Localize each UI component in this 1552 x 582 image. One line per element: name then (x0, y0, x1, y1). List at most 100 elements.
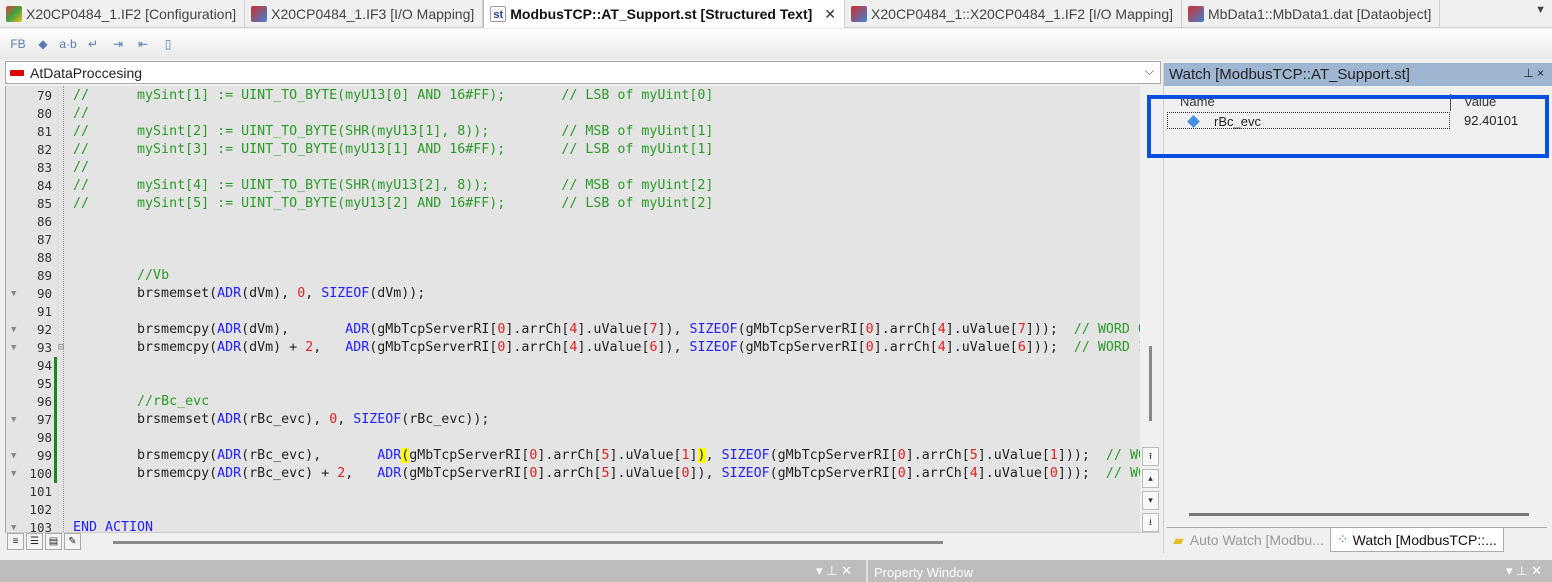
code-line[interactable]: ▼ 99 brsmemcpy(ADR(rBc_evc), ADR(gMbTcpSe… (6, 447, 1140, 465)
outdent-icon[interactable]: ⇤ (133, 34, 153, 54)
code-line[interactable]: 80 // (6, 105, 1140, 123)
scroll-up-button[interactable]: ▴ (1142, 469, 1159, 488)
dock-controls[interactable]: ▾ ⊥ ✕ (816, 563, 852, 579)
fold-marker-icon[interactable]: ▼ (11, 447, 21, 465)
line-number: 98 (36, 430, 52, 445)
code-line[interactable]: 95 (6, 375, 1140, 393)
code-line[interactable]: 82 // mySint[3] := UINT_TO_BYTE(myU13[1] … (6, 141, 1140, 159)
change-marker (54, 375, 57, 393)
code-line[interactable]: 87 (6, 231, 1140, 249)
line-number: 88 (36, 250, 52, 265)
code-line[interactable]: 81 // mySint[2] := UINT_TO_BYTE(SHR(myU13… (6, 123, 1140, 141)
code-line[interactable]: ▼ 100 brsmemcpy(ADR(rBc_evc) + 2, ADR(gMb… (6, 465, 1140, 483)
tab-list-chevron-icon[interactable]: ▼ (1535, 4, 1546, 16)
view-edit-icon[interactable]: ✎ (64, 533, 81, 550)
code-line[interactable]: 85 // mySint[5] := UINT_TO_BYTE(myU13[2] … (6, 195, 1140, 213)
fold-marker-icon[interactable]: ▼ (11, 339, 21, 357)
code-line[interactable]: ▼ 97 brsmemset(ADR(rBc_evc), 0, SIZEOF(rB… (6, 411, 1140, 429)
code-line[interactable]: 88 (6, 249, 1140, 267)
code-text: //rBc_evc (137, 394, 210, 409)
code-text: // mySint[5] := UINT_TO_BYTE(myU13[2] AN… (73, 196, 714, 211)
highlight-annotation-box (1147, 95, 1549, 158)
code-text: brsmemset(ADR(rBc_evc), 0, SIZEOF(rBc_ev… (73, 412, 490, 427)
change-marker (54, 429, 57, 447)
fold-marker-icon[interactable]: ▼ (11, 285, 21, 303)
wrap-icon[interactable]: ↵ (83, 34, 103, 54)
tab-label: X20CP0484_1.IF3 [I/O Mapping] (271, 6, 475, 22)
code-line[interactable]: ▼ 90 brsmemset(ADR(dVm), 0, SIZEOF(dVm)); (6, 285, 1140, 303)
collapse-box-icon[interactable]: ⊟ (58, 339, 64, 357)
document-tab[interactable]: X20CP0484_1.IF2 [Configuration] (0, 0, 246, 28)
document-tab[interactable]: st ModbusTCP::AT_Support.st [Structured T… (483, 0, 846, 28)
code-line[interactable]: 83 // (6, 159, 1140, 177)
chevron-down-icon[interactable]: ⌵ (1145, 64, 1154, 79)
code-text: brsmemcpy(ADR(dVm) + 2, ADR(gMbTcpServer… (73, 340, 1140, 355)
rename-icon[interactable]: a·b (58, 34, 78, 54)
fold-marker-icon[interactable]: ▼ (11, 321, 21, 339)
code-line[interactable]: 91 (6, 303, 1140, 321)
tab-label: X20CP0484_1.IF2 [Configuration] (26, 6, 237, 22)
change-marker (54, 393, 57, 411)
code-line[interactable]: 102 (6, 501, 1140, 519)
code-text: brsmemcpy(ADR(rBc_evc) + 2, ADR(gMbTcpSe… (73, 466, 1140, 481)
scrollbar-thumb[interactable] (1149, 346, 1152, 421)
code-line[interactable]: ▼ 93 ⊟ brsmemcpy(ADR(dVm) + 2, ADR(gMbTcpS… (6, 339, 1140, 357)
view-page-icon[interactable]: ▤ (45, 533, 62, 550)
watch-horizontal-scrollbar[interactable] (1189, 513, 1529, 516)
line-number: 103 (29, 520, 52, 532)
pin-icon[interactable]: ⊥ (1523, 66, 1533, 80)
action-selector-dropdown[interactable]: AtDataProccesing ⌵ (5, 61, 1161, 84)
line-number: 80 (36, 106, 52, 121)
property-window-controls[interactable]: ▾ ⊥ ✕ (1506, 563, 1542, 579)
code-line[interactable]: 96 //rBc_evc (6, 393, 1140, 411)
close-tab-icon[interactable]: ✕ (824, 6, 836, 23)
scroll-bottom-button[interactable]: ⭳ (1142, 513, 1159, 532)
variable-icon[interactable]: ◆ (33, 34, 53, 54)
line-number: 79 (36, 88, 52, 103)
code-line[interactable]: 98 (6, 429, 1140, 447)
change-marker (54, 465, 57, 483)
close-icon[interactable]: × (1537, 66, 1544, 80)
scroll-down-button[interactable]: ▾ (1142, 491, 1159, 510)
tab-auto-watch[interactable]: ▰ Auto Watch [Modbu... (1167, 528, 1330, 552)
fold-marker-icon[interactable]: ▼ (11, 411, 21, 429)
document-tab[interactable]: MbData1::MbData1.dat [Dataobject] (1182, 0, 1441, 28)
tab-watch[interactable]: ⁘ Watch [ModbusTCP::... (1329, 528, 1504, 552)
line-number: 87 (36, 232, 52, 247)
code-text: // mySint[4] := UINT_TO_BYTE(SHR(myU13[2… (73, 178, 714, 193)
code-line[interactable]: 86 (6, 213, 1140, 231)
line-number: 100 (29, 466, 52, 481)
document-tab-bar: X20CP0484_1.IF2 [Configuration] X20CP0484… (0, 0, 1552, 28)
page-icon[interactable]: ▯ (158, 34, 178, 54)
function-block-icon[interactable]: FB (8, 34, 28, 54)
code-text: // mySint[2] := UINT_TO_BYTE(SHR(myU13[1… (73, 124, 714, 139)
scroll-top-button[interactable]: ⭱ (1142, 447, 1159, 466)
line-number: 89 (36, 268, 52, 283)
code-editor[interactable]: 79 // mySint[1] := UINT_TO_BYTE(myU13[0] … (5, 86, 1140, 532)
document-tab[interactable]: X20CP0484_1::X20CP0484_1.IF2 [I/O Mappin… (845, 0, 1183, 28)
view-text-icon[interactable]: ≡ (7, 533, 24, 550)
line-number: 91 (36, 304, 52, 319)
line-number: 92 (36, 322, 52, 337)
code-line[interactable]: 79 // mySint[1] := UINT_TO_BYTE(myU13[0] … (6, 87, 1140, 105)
code-line[interactable]: ▼ 92 brsmemcpy(ADR(dVm), ADR(gMbTcpServer… (6, 321, 1140, 339)
fold-marker-icon[interactable]: ▼ (11, 519, 21, 532)
view-outline-icon[interactable]: ☰ (26, 533, 43, 550)
document-tab[interactable]: X20CP0484_1.IF3 [I/O Mapping] (245, 0, 484, 28)
code-line[interactable]: 101 (6, 483, 1140, 501)
code-line[interactable]: 94 (6, 357, 1140, 375)
bottom-dock-bar: ▾ ⊥ ✕ Property Window ▾ ⊥ ✕ (0, 560, 1552, 582)
property-window-header: Property Window ▾ ⊥ ✕ (866, 560, 1552, 582)
tab-label: X20CP0484_1::X20CP0484_1.IF2 [I/O Mappin… (871, 6, 1174, 22)
horizontal-scrollbar[interactable] (113, 541, 943, 544)
code-text: // (73, 106, 90, 121)
line-number: 95 (36, 376, 52, 391)
code-line[interactable]: 89 //Vb (6, 267, 1140, 285)
code-line[interactable]: 84 // mySint[4] := UINT_TO_BYTE(SHR(myU13… (6, 177, 1140, 195)
fold-marker-icon[interactable]: ▼ (11, 465, 21, 483)
line-number: 102 (29, 502, 52, 517)
indent-icon[interactable]: ⇥ (108, 34, 128, 54)
watch-panel-title: Watch [ModbusTCP::AT_Support.st] (1169, 66, 1410, 83)
code-line[interactable]: ▼ 103 END_ACTION (6, 519, 1140, 532)
watch-panel-tabs: ▰ Auto Watch [Modbu... ⁘ Watch [ModbusTCP:… (1167, 527, 1547, 552)
